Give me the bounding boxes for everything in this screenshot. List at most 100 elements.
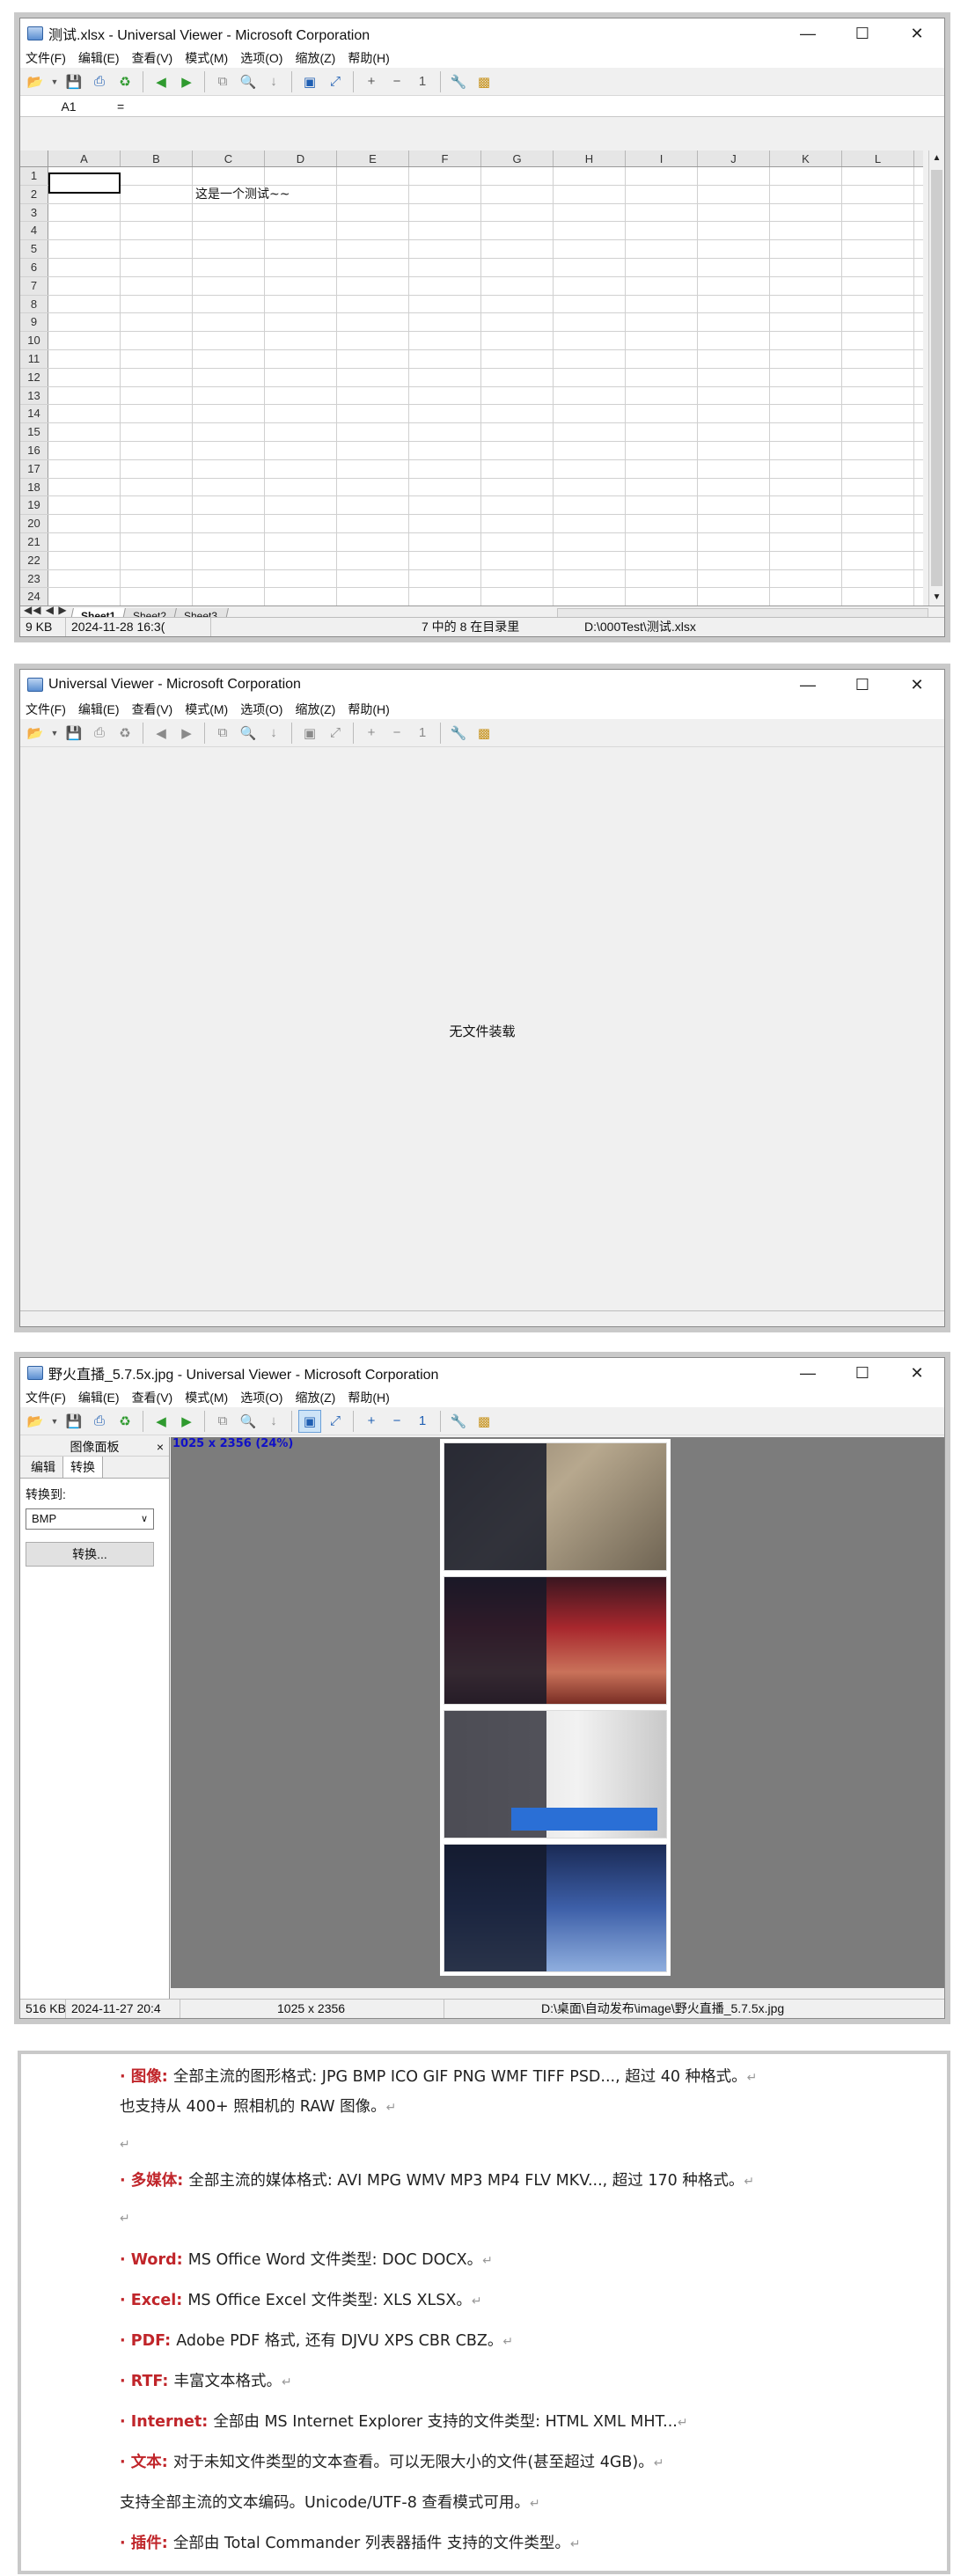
grid-cell[interactable]	[121, 203, 193, 222]
scroll-thumb[interactable]	[931, 170, 942, 586]
menu-file[interactable]: 文件(F)	[26, 49, 66, 67]
grid-cell[interactable]	[48, 478, 121, 496]
menu-zoom[interactable]: 缩放(Z)	[295, 701, 335, 718]
grid-cell[interactable]	[48, 423, 121, 441]
grid-cell[interactable]	[842, 588, 914, 605]
fullscreen-icon[interactable]: ⤢	[324, 1410, 347, 1433]
grid-cell[interactable]	[121, 258, 193, 276]
grid-cell[interactable]	[698, 551, 770, 569]
grid-cell[interactable]	[193, 240, 265, 258]
grid-cell[interactable]	[698, 459, 770, 478]
grid-cell[interactable]	[337, 588, 409, 605]
grid-cell[interactable]	[842, 423, 914, 441]
grid-cell[interactable]	[626, 185, 698, 203]
grid-cell[interactable]	[409, 588, 481, 605]
grid-cell[interactable]	[48, 386, 121, 405]
menu-file[interactable]: 文件(F)	[26, 701, 66, 718]
grid-cell[interactable]	[409, 167, 481, 185]
grid-cell[interactable]	[626, 532, 698, 551]
grid-cell[interactable]	[481, 588, 554, 605]
grid-cell[interactable]	[698, 515, 770, 532]
grid-cell[interactable]	[265, 532, 337, 551]
grid-cell[interactable]	[48, 258, 121, 276]
grid-cell[interactable]	[770, 569, 842, 588]
grid-cell[interactable]	[698, 441, 770, 459]
grid-cell[interactable]	[265, 478, 337, 496]
grid-cell[interactable]	[626, 405, 698, 423]
menu-edit[interactable]: 编辑(E)	[78, 701, 120, 718]
grid-cell[interactable]	[698, 569, 770, 588]
grid-cell[interactable]	[265, 423, 337, 441]
tab-edit[interactable]: 编辑	[24, 1457, 62, 1478]
maximize-button[interactable]: ☐	[835, 670, 890, 700]
grid-cell[interactable]	[337, 551, 409, 569]
grid-cell[interactable]	[554, 368, 626, 386]
grid-cell[interactable]	[842, 332, 914, 349]
grid-cell[interactable]	[337, 222, 409, 240]
grid-cell[interactable]	[48, 551, 121, 569]
grid-cell[interactable]	[770, 258, 842, 276]
grid-cell[interactable]	[121, 588, 193, 605]
grid-cell[interactable]	[481, 368, 554, 386]
grid-cell[interactable]	[842, 167, 914, 185]
grid-cell[interactable]	[121, 167, 193, 185]
grid-cell[interactable]	[265, 441, 337, 459]
grid-cell[interactable]	[193, 532, 265, 551]
column-header[interactable]: E	[337, 150, 409, 166]
find-icon[interactable]: 🔍	[237, 722, 260, 745]
title-bar[interactable]: 野火直播_5.7.5x.jpg - Universal Viewer - Mic…	[20, 1358, 944, 1388]
grid-cell[interactable]	[265, 222, 337, 240]
grid-cell[interactable]	[121, 386, 193, 405]
grid-cell[interactable]	[121, 459, 193, 478]
grid-cell[interactable]	[121, 423, 193, 441]
grid-cell[interactable]	[698, 588, 770, 605]
row-header[interactable]: 8	[20, 295, 48, 313]
grid-cell[interactable]	[121, 515, 193, 532]
grid-cell[interactable]	[770, 441, 842, 459]
title-bar[interactable]: Universal Viewer - Microsoft Corporation…	[20, 670, 944, 700]
next-file-icon[interactable]: ▶	[175, 722, 198, 745]
grid-cell[interactable]	[554, 423, 626, 441]
grid-cell[interactable]	[770, 313, 842, 332]
menu-options[interactable]: 选项(O)	[240, 1389, 282, 1406]
grid-cell[interactable]	[770, 459, 842, 478]
grid-cell[interactable]	[481, 349, 554, 368]
row-header[interactable]: 7	[20, 276, 48, 295]
grid-cell[interactable]	[554, 532, 626, 551]
menu-options[interactable]: 选项(O)	[240, 701, 282, 718]
recycle-icon[interactable]: ♻	[114, 722, 136, 745]
tools-icon[interactable]: 🔧	[447, 722, 470, 745]
tools-icon[interactable]: 🔧	[447, 70, 470, 93]
grid-cell[interactable]	[626, 588, 698, 605]
maximize-button[interactable]: ☐	[835, 1358, 890, 1388]
grid-cell[interactable]	[337, 441, 409, 459]
grid-cell[interactable]	[193, 276, 265, 295]
menu-options[interactable]: 选项(O)	[240, 49, 282, 67]
grid-cell[interactable]	[121, 313, 193, 332]
grid-cell[interactable]	[193, 368, 265, 386]
grid-cell[interactable]	[698, 240, 770, 258]
grid-cell[interactable]	[409, 405, 481, 423]
minimize-button[interactable]: —	[781, 18, 835, 48]
grid-cell[interactable]	[265, 588, 337, 605]
grid-cell[interactable]	[48, 203, 121, 222]
grid-cell[interactable]	[337, 459, 409, 478]
column-header[interactable]: G	[481, 150, 554, 166]
grid-cell[interactable]	[193, 459, 265, 478]
grid-cell[interactable]	[626, 368, 698, 386]
row-header[interactable]: 11	[20, 349, 48, 368]
zoom-original-icon[interactable]: 1	[411, 70, 434, 93]
grid-cell[interactable]	[265, 240, 337, 258]
row-header[interactable]: 21	[20, 532, 48, 551]
grid-cell[interactable]	[409, 368, 481, 386]
grid-cell[interactable]	[121, 222, 193, 240]
row-header[interactable]: 1	[20, 167, 48, 185]
grid-cell[interactable]	[337, 332, 409, 349]
copy-icon[interactable]: ⧉	[211, 70, 234, 93]
grid-cell[interactable]	[481, 515, 554, 532]
grid-cell[interactable]	[481, 441, 554, 459]
grid-cell[interactable]	[337, 515, 409, 532]
menu-mode[interactable]: 模式(M)	[185, 701, 228, 718]
grid-cell[interactable]	[48, 441, 121, 459]
menu-help[interactable]: 帮助(H)	[348, 701, 389, 718]
